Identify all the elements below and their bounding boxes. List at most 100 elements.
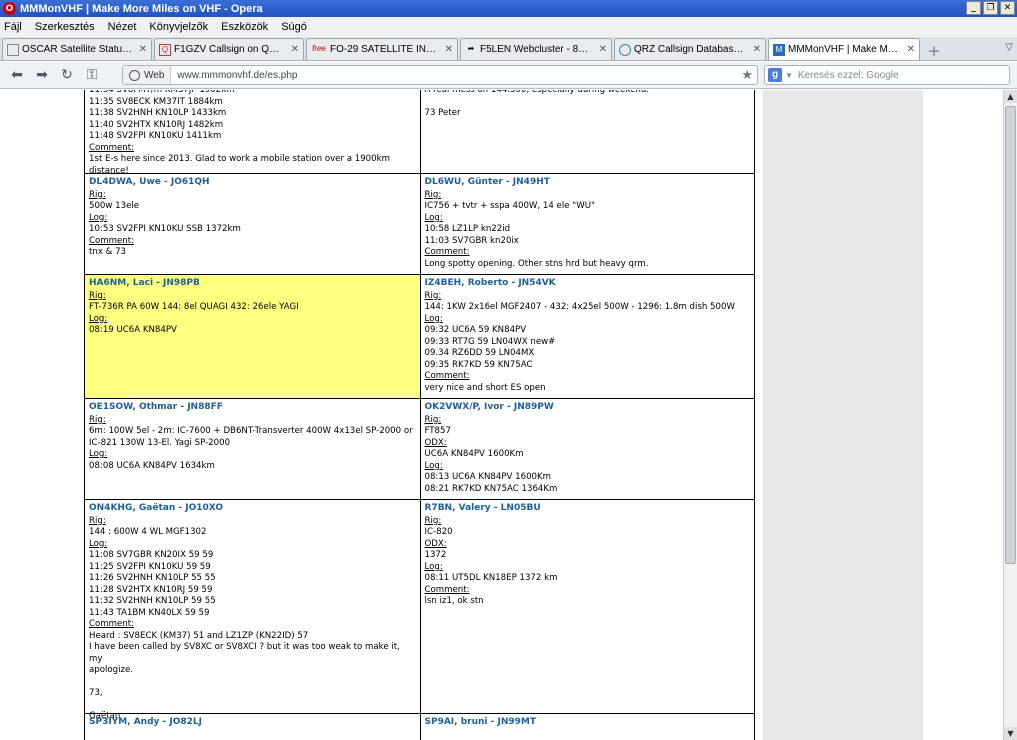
station-callsign-link[interactable]: OK2VWX/P, Ivor - JN89PW	[425, 402, 751, 414]
station-callsign-link[interactable]: OE1SOW, Othmar - JN88FF	[89, 402, 416, 414]
tab-f5len-webcluster[interactable]: ➦ F5LEN Webcluster - 81 U... ✕	[460, 38, 612, 60]
table-row: DL4DWA, Uwe - JO61QH Rig: 500w 13ele Log: 10…	[85, 174, 754, 275]
tab-oscar-status[interactable]: OSCAR Satellite Status p... ✕	[2, 38, 152, 60]
log-line: 09:35 RK7KD 59 KN75AC	[424, 359, 533, 370]
key-icon[interactable]: ⚿	[81, 65, 103, 85]
forward-button[interactable]: ➡	[31, 65, 53, 85]
comment-label: Comment:	[424, 371, 470, 381]
search-field[interactable]: g ▼ Keresés ezzel: Google	[764, 65, 1010, 85]
comment-label: Comment:	[424, 247, 470, 257]
menu-tools[interactable]: Eszközök	[221, 21, 268, 33]
log-label: Log:	[89, 313, 108, 324]
menu-file[interactable]: Fájl	[4, 21, 22, 33]
free-icon: free	[312, 43, 326, 53]
vertical-scrollbar[interactable]: ▲ ▼	[1003, 90, 1017, 740]
station-callsign-link[interactable]: IZ4BEH, Roberto - JN54VK	[425, 278, 751, 290]
comment-text: Long spotty opening. Other stns hrd but …	[424, 258, 649, 269]
rig-label: Rig:	[89, 515, 106, 526]
report-cell: SP3IYM, Andy - JO82LJ	[85, 714, 420, 740]
report-cell: SP9AI, bruni - JN99MT	[419, 714, 755, 740]
scroll-up-icon[interactable]: ▲	[1004, 90, 1017, 103]
reload-button[interactable]: ↻	[56, 65, 78, 85]
log-line: 08:08 UC6A KN84PV 1634km	[89, 460, 215, 471]
station-callsign-link[interactable]: SP3IYM, Andy - JO82LJ	[89, 717, 416, 729]
menu-bookmarks[interactable]: Könyvjelzők	[149, 21, 208, 33]
comment-label: Comment:	[89, 235, 134, 246]
station-callsign-link[interactable]: ON4KHG, Gaëtan - JO10XO	[89, 503, 416, 515]
report-cell: 11:34 SV8FMT/m KM37JP 1902km 11:35 SV8ECK…	[85, 90, 420, 176]
tab-qrz-database[interactable]: QRZ Callsign Database S... ✕	[614, 38, 766, 60]
tab-mmmonvhf[interactable]: M MMMonVHF | Make More ... ✕	[768, 38, 920, 60]
cluster-icon: ➦	[467, 43, 475, 53]
menu-edit[interactable]: Szerkesztés	[35, 21, 95, 33]
log-table: 11:34 SV8FMT/m KM37JP 1902km 11:35 SV8ECK…	[84, 90, 755, 740]
odx-label: ODX:	[424, 538, 447, 549]
scroll-down-icon[interactable]: ▼	[1004, 727, 1017, 740]
bookmark-star-icon[interactable]: ★	[741, 67, 753, 83]
close-window-button[interactable]: ✕	[1000, 1, 1015, 15]
tab-menu-icon[interactable]: ▽	[1005, 42, 1013, 53]
google-icon: g	[768, 68, 782, 82]
log-line: 11:26 SV2HNH KN10LP 55 55	[89, 573, 216, 583]
web-badge[interactable]: Web	[123, 66, 172, 84]
table-row: 11:34 SV8FMT/m KM37JP 1902km 11:35 SV8ECK…	[85, 90, 755, 176]
comment-text: 73,	[89, 688, 103, 698]
tab-label: QRZ Callsign Database S...	[634, 44, 748, 55]
odx-label: ODX:	[424, 437, 447, 448]
log-line: 08:13 UC6A KN84PV 1600Km	[424, 472, 552, 482]
station-callsign-link[interactable]: SP9AI, bruni - JN99MT	[425, 717, 751, 729]
close-tab-icon[interactable]: ✕	[599, 44, 607, 55]
url-text[interactable]: www.mmmonvhf.de/es.php	[171, 70, 297, 81]
search-engine-dropdown-icon[interactable]: ▼	[785, 71, 793, 80]
restore-button[interactable]: ❐	[983, 1, 998, 15]
new-tab-button[interactable]: +	[925, 42, 943, 60]
menu-view[interactable]: Nézet	[108, 21, 137, 33]
rig-label: Rig:	[424, 515, 442, 526]
odx-text: 1372	[424, 550, 447, 560]
comment-text: I have been called by SV8XC or SV8XCI ? …	[89, 642, 403, 664]
tab-label: FO-29 SATELLITE INFOS...	[330, 44, 440, 55]
log-line: 09:32 UC6A 59 KN84PV	[424, 325, 527, 335]
globe-icon	[619, 43, 631, 56]
tab-label: MMMonVHF | Make More ...	[788, 44, 902, 55]
close-tab-icon[interactable]: ✕	[139, 44, 147, 55]
scroll-thumb[interactable]	[1005, 106, 1016, 564]
tab-fo29-infos[interactable]: free FO-29 SATELLITE INFOS... ✕	[306, 38, 458, 60]
address-bar[interactable]: Web www.mmmonvhf.de/es.php ★	[122, 65, 758, 85]
table-row: ON4KHG, Gaëtan - JO10XO Rig: 144 : 600W 4 …	[85, 500, 754, 721]
back-button[interactable]: ⬅	[6, 65, 28, 85]
comment-text: Heard : SV8ECK (KM37) 51 and LZ1ZP (KN22…	[89, 630, 309, 641]
close-tab-icon[interactable]: ✕	[907, 44, 915, 55]
rig-text: 500w 13ele	[89, 201, 140, 211]
log-line: 11:28 SV2HTX KN10RJ 59 59	[89, 584, 213, 595]
comment-text: tnx & 73	[89, 247, 127, 257]
navigation-bar: ⬅ ➡ ↻ ⚿ Web www.mmmonvhf.de/es.php ★ g ▼…	[0, 62, 1017, 89]
log-label: Log:	[89, 538, 108, 549]
station-callsign-link[interactable]: R7BN, Valery - LN05BU	[425, 503, 751, 515]
log-line: 11:48 SV2FPI KN10KU 1411km	[89, 131, 222, 141]
station-callsign-link[interactable]: HA6NM, Laci - JN98PB	[89, 278, 416, 290]
tab-f1gzv-qrz[interactable]: Q F1GZV Callsign on QRZC... ✕	[154, 38, 304, 60]
rig-label: Rig:	[89, 290, 106, 301]
station-callsign-link[interactable]: DL6WU, Günter - JN49HT	[425, 177, 751, 189]
rig-text: FT857	[424, 426, 451, 436]
close-tab-icon[interactable]: ✕	[291, 44, 299, 55]
log-line: 11:03 SV7GBR kn20ix	[424, 235, 519, 246]
report-cell: A real mess on 144.300, especially durin…	[419, 90, 755, 173]
log-line: 09:33 RT7G 59 LN04WX new#	[424, 336, 556, 347]
log-line: 09.34 RZ6DD 59 LN04MX	[424, 348, 535, 358]
menu-bar: Fájl Szerkesztés Nézet Könyvjelzők Eszkö…	[0, 17, 1017, 37]
tab-label: OSCAR Satellite Status p...	[22, 44, 134, 55]
report-cell: OE1SOW, Othmar - JN88FF Rig: 6m: 100W 5el …	[85, 399, 420, 499]
close-tab-icon[interactable]: ✕	[753, 44, 761, 55]
title-bar: O MMMonVHF | Make More Miles on VHF - Op…	[0, 0, 1017, 17]
comment-text: apologize.	[89, 665, 133, 675]
page-viewport: 11:34 SV8FMT/m KM37JP 1902km 11:35 SV8ECK…	[0, 90, 1003, 740]
station-callsign-link[interactable]: DL4DWA, Uwe - JO61QH	[89, 177, 416, 189]
table-row: OE1SOW, Othmar - JN88FF Rig: 6m: 100W 5el …	[85, 399, 754, 500]
search-placeholder: Keresés ezzel: Google	[797, 69, 899, 81]
page-icon	[7, 43, 19, 56]
menu-help[interactable]: Súgó	[281, 21, 307, 33]
minimize-button[interactable]: _	[966, 1, 981, 15]
close-tab-icon[interactable]: ✕	[445, 44, 453, 55]
